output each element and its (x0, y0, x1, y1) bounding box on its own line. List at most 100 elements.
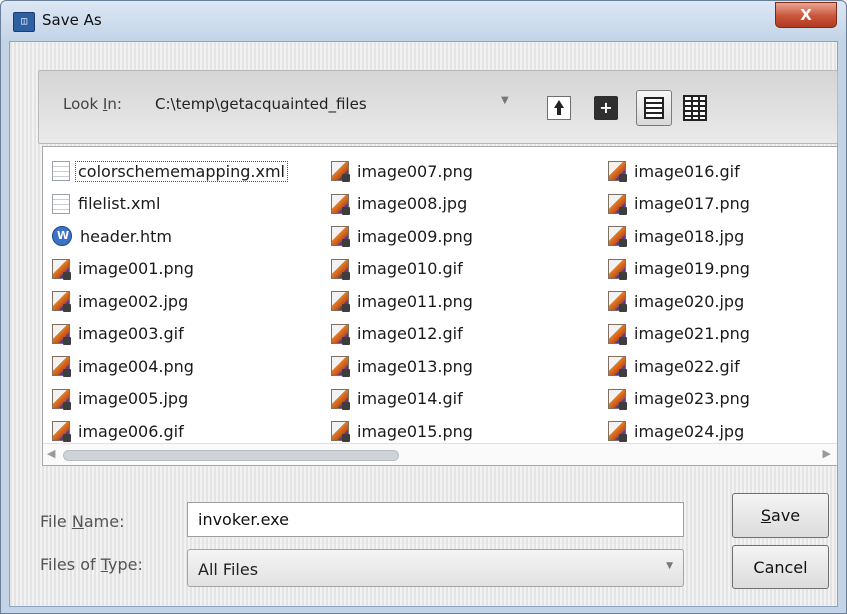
look-in-label: Look In: (63, 95, 122, 113)
image-file-icon (52, 356, 71, 378)
look-in-combo[interactable]: C:\temp\getacquainted_files (155, 95, 367, 113)
file-list-item[interactable]: filelist.xml (52, 188, 288, 221)
file-list-item[interactable]: image019.png (608, 253, 750, 286)
file-list-item[interactable]: image009.png (331, 220, 473, 253)
file-column: colorschememapping.xml filelist.xml header… (52, 155, 288, 448)
new-folder-icon[interactable]: + (594, 96, 618, 120)
file-name: image015.png (357, 421, 473, 441)
file-name-input[interactable] (187, 502, 684, 537)
file-list-item[interactable]: colorschememapping.xml (52, 155, 288, 188)
image-file-icon (52, 258, 71, 280)
image-file-icon (608, 421, 627, 443)
file-name: image016.gif (634, 161, 740, 181)
image-file-icon (52, 323, 71, 345)
image-file-icon (331, 323, 350, 345)
file-name: header.htm (80, 226, 172, 246)
look-in-bar: Look In: C:\temp\getacquainted_files ▼ + (38, 70, 838, 144)
file-name: image007.png (357, 161, 473, 181)
file-name: image011.png (357, 291, 473, 311)
image-file-icon (331, 226, 350, 248)
file-name: image009.png (357, 226, 473, 246)
up-folder-icon[interactable] (547, 96, 571, 120)
files-of-type-label: Files of Type: (40, 555, 143, 574)
file-name: colorschememapping.xml (75, 160, 288, 182)
image-file-icon (331, 161, 350, 183)
file-name: image022.gif (634, 356, 740, 376)
files-of-type-value: All Files (198, 560, 259, 579)
file-name: filelist.xml (78, 194, 161, 214)
dialog-body: Look In: C:\temp\getacquainted_files ▼ +… (9, 41, 838, 607)
java-app-icon: ◫ (13, 12, 35, 32)
file-list-item[interactable]: image007.png (331, 155, 473, 188)
file-name: image008.jpg (357, 194, 468, 214)
horizontal-scrollbar[interactable]: ◀ ▶ (43, 443, 837, 465)
image-file-icon (608, 258, 627, 280)
file-name: image005.jpg (78, 389, 189, 409)
document-file-icon (52, 161, 70, 182)
file-list-item[interactable]: image022.gif (608, 350, 750, 383)
file-list-item[interactable]: header.htm (52, 220, 288, 253)
image-file-icon (608, 356, 627, 378)
file-list-item[interactable]: image023.png (608, 383, 750, 416)
file-list-item[interactable]: image014.gif (331, 383, 473, 416)
file-name-label: File Name: (40, 512, 125, 531)
file-list-item[interactable]: image004.png (52, 350, 288, 383)
file-list-item[interactable]: image016.gif (608, 155, 750, 188)
file-list[interactable]: colorschememapping.xml filelist.xml header… (42, 146, 838, 466)
file-name: image020.jpg (634, 291, 745, 311)
details-view-icon[interactable] (683, 95, 707, 121)
image-file-icon (608, 323, 627, 345)
image-file-icon (52, 388, 71, 410)
file-name: image018.jpg (634, 226, 745, 246)
file-name: image024.jpg (634, 421, 745, 441)
file-list-item[interactable]: image017.png (608, 188, 750, 221)
list-view-icon[interactable] (636, 90, 672, 126)
save-button[interactable]: Save (732, 493, 829, 538)
file-list-item[interactable]: image013.png (331, 350, 473, 383)
image-file-icon (331, 421, 350, 443)
file-name: image019.png (634, 259, 750, 279)
scroll-right-icon[interactable]: ▶ (823, 447, 831, 460)
file-list-item[interactable]: image005.jpg (52, 383, 288, 416)
file-column: image007.png image008.jpg image009.png imag… (331, 155, 473, 448)
file-name: image006.gif (78, 421, 184, 441)
image-file-icon (331, 291, 350, 313)
file-list-item[interactable]: image018.jpg (608, 220, 750, 253)
file-name: image021.png (634, 324, 750, 344)
file-name: image004.png (78, 356, 194, 376)
chevron-down-icon[interactable]: ▼ (501, 95, 509, 106)
file-name: image001.png (78, 259, 194, 279)
files-of-type-select[interactable]: All Files ▼ (187, 549, 684, 587)
title-bar: ◫ Save As X (1, 1, 846, 41)
file-list-item[interactable]: image003.gif (52, 318, 288, 351)
image-file-icon (608, 226, 627, 248)
image-file-icon (331, 258, 350, 280)
file-name: image010.gif (357, 259, 463, 279)
file-column: image016.gif image017.png image018.jpg imag… (608, 155, 750, 448)
file-list-item[interactable]: image012.gif (331, 318, 473, 351)
image-file-icon (52, 291, 71, 313)
file-list-item[interactable]: image002.jpg (52, 285, 288, 318)
file-name: image023.png (634, 389, 750, 409)
html-file-icon (52, 226, 72, 247)
image-file-icon (331, 193, 350, 215)
file-list-item[interactable]: image020.jpg (608, 285, 750, 318)
file-list-item[interactable]: image011.png (331, 285, 473, 318)
file-list-item[interactable]: image008.jpg (331, 188, 473, 221)
image-file-icon (331, 356, 350, 378)
cancel-button[interactable]: Cancel (732, 545, 829, 589)
file-name: image014.gif (357, 389, 463, 409)
scroll-left-icon[interactable]: ◀ (47, 447, 55, 460)
file-list-item[interactable]: image001.png (52, 253, 288, 286)
image-file-icon (52, 421, 71, 443)
save-as-dialog: ◫ Save As X Look In: C:\temp\getacquaint… (0, 0, 847, 614)
file-name: image017.png (634, 194, 750, 214)
close-button[interactable]: X (775, 2, 837, 28)
file-list-item[interactable]: image021.png (608, 318, 750, 351)
chevron-down-icon: ▼ (666, 561, 673, 571)
scroll-thumb[interactable] (63, 450, 399, 461)
file-name: image003.gif (78, 324, 184, 344)
image-file-icon (608, 388, 627, 410)
file-list-item[interactable]: image010.gif (331, 253, 473, 286)
file-name: image013.png (357, 356, 473, 376)
